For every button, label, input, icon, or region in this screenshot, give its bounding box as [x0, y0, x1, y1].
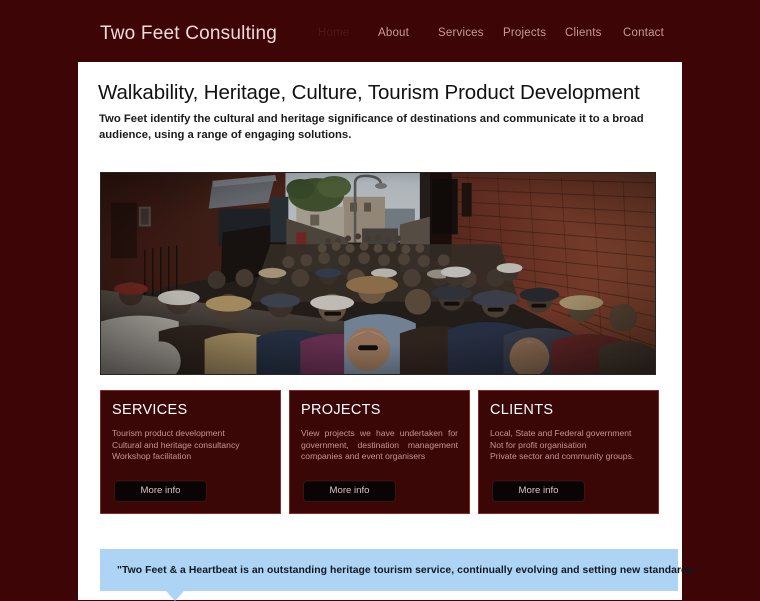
site-brand[interactable]: Two Feet Consulting	[100, 23, 277, 45]
card-title-services: SERVICES	[112, 402, 188, 418]
more-info-button-projects[interactable]: More info	[303, 480, 396, 502]
more-info-button-services[interactable]: More info	[114, 480, 207, 502]
info-card-services[interactable]: SERVICES Tourism product development Cul…	[100, 390, 281, 514]
card-body-clients: Local, State and Federal government Not …	[490, 428, 635, 461]
card-title-clients: CLIENTS	[490, 402, 554, 418]
testimonial-banner: "Two Feet & a Heartbeat is an outstandin…	[100, 549, 701, 601]
hero-photo	[100, 172, 656, 375]
nav-item-about[interactable]: About	[378, 27, 438, 39]
nav-item-clients[interactable]: Clients	[565, 27, 623, 39]
info-card-row: SERVICES Tourism product development Cul…	[100, 390, 660, 514]
nav-item-projects[interactable]: Projects	[503, 27, 565, 39]
content-panel: Walkability, Heritage, Culture, Tourism …	[78, 62, 701, 601]
card-body-services: Tourism product development Cultural and…	[112, 428, 240, 461]
card-title-projects: PROJECTS	[301, 402, 381, 418]
more-info-button-clients[interactable]: More info	[492, 480, 585, 502]
page-title: Walkability, Heritage, Culture, Tourism …	[98, 81, 640, 104]
nav-item-services[interactable]: Services	[438, 27, 503, 39]
testimonial-bubble: "Two Feet & a Heartbeat is an outstandin…	[100, 549, 701, 591]
nav-item-home[interactable]: Home	[318, 27, 378, 39]
info-card-clients[interactable]: CLIENTS Local, State and Federal governm…	[478, 390, 659, 514]
site-header: Two Feet Consulting Home About Services …	[0, 0, 760, 62]
info-card-projects[interactable]: PROJECTS View projects we have undertake…	[289, 390, 470, 514]
nav-item-contact[interactable]: Contact	[623, 27, 683, 39]
intro-paragraph: Two Feet identify the cultural and herit…	[99, 113, 644, 141]
main-navigation: Home About Services Projects Clients Con…	[318, 27, 683, 39]
card-body-projects: View projects we have undertaken for gov…	[301, 428, 458, 461]
testimonial-quote: "Two Feet & a Heartbeat is an outstandin…	[117, 564, 702, 576]
